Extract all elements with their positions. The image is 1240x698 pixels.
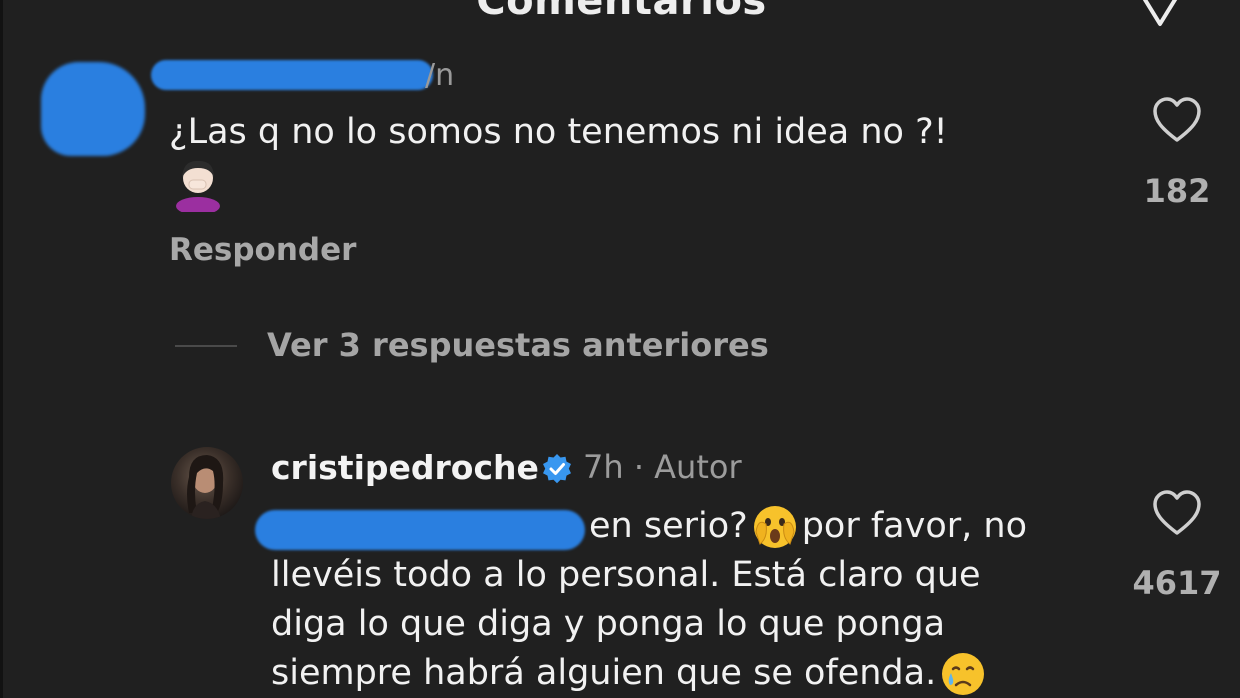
avatar[interactable] xyxy=(171,447,243,519)
comment-text: ¿Las q no lo somos no tenemos ni idea no… xyxy=(169,112,948,152)
avatar[interactable] xyxy=(41,62,145,156)
crying-face-emoji xyxy=(942,653,985,695)
divider xyxy=(175,345,237,347)
heart-icon[interactable] xyxy=(1151,96,1203,144)
view-replies-button[interactable]: Ver 3 respuestas anteriores xyxy=(267,326,769,364)
avatar-photo xyxy=(187,455,224,519)
meta-separator: · xyxy=(633,448,644,486)
author-name[interactable]: cristipedroche xyxy=(271,448,539,487)
verified-badge-icon xyxy=(543,454,571,484)
reply-text-part: por favor, no xyxy=(801,506,1027,546)
username-redacted[interactable] xyxy=(151,60,433,90)
author-tag: Autor xyxy=(654,448,742,486)
like-count: 182 xyxy=(1143,172,1211,210)
reply-meta: 7h · Autor xyxy=(583,448,742,486)
reply-text-part: en serio? xyxy=(589,506,748,546)
chevron-down-icon[interactable] xyxy=(1138,0,1182,34)
reply-button[interactable]: Responder xyxy=(169,232,356,268)
reply-line-2: llevéis todo a lo personal. Está claro q… xyxy=(271,555,981,595)
page-title: Comentarios xyxy=(476,0,767,24)
reply-line-3: diga lo que diga y ponga lo que ponga xyxy=(271,604,946,644)
reply-text-part: siempre habrá alguien que se ofenda. xyxy=(271,653,937,693)
like-count: 4617 xyxy=(1132,564,1222,602)
reply-time: 7h xyxy=(583,448,624,486)
heart-icon[interactable] xyxy=(1151,489,1203,537)
comments-screen: Comentarios /n ¿Las q no lo somos no ten… xyxy=(0,0,1240,698)
reply-text: en serio? por favor, no llevéis todo a l… xyxy=(271,502,1111,698)
woman-facepalming-emoji xyxy=(176,160,220,212)
reply-line-1: en serio? por favor, no xyxy=(271,502,1111,551)
comment-time: /n xyxy=(425,58,455,93)
face-screaming-emoji xyxy=(753,506,796,548)
reply-line-4: siempre habrá alguien que se ofenda. xyxy=(271,649,1111,698)
